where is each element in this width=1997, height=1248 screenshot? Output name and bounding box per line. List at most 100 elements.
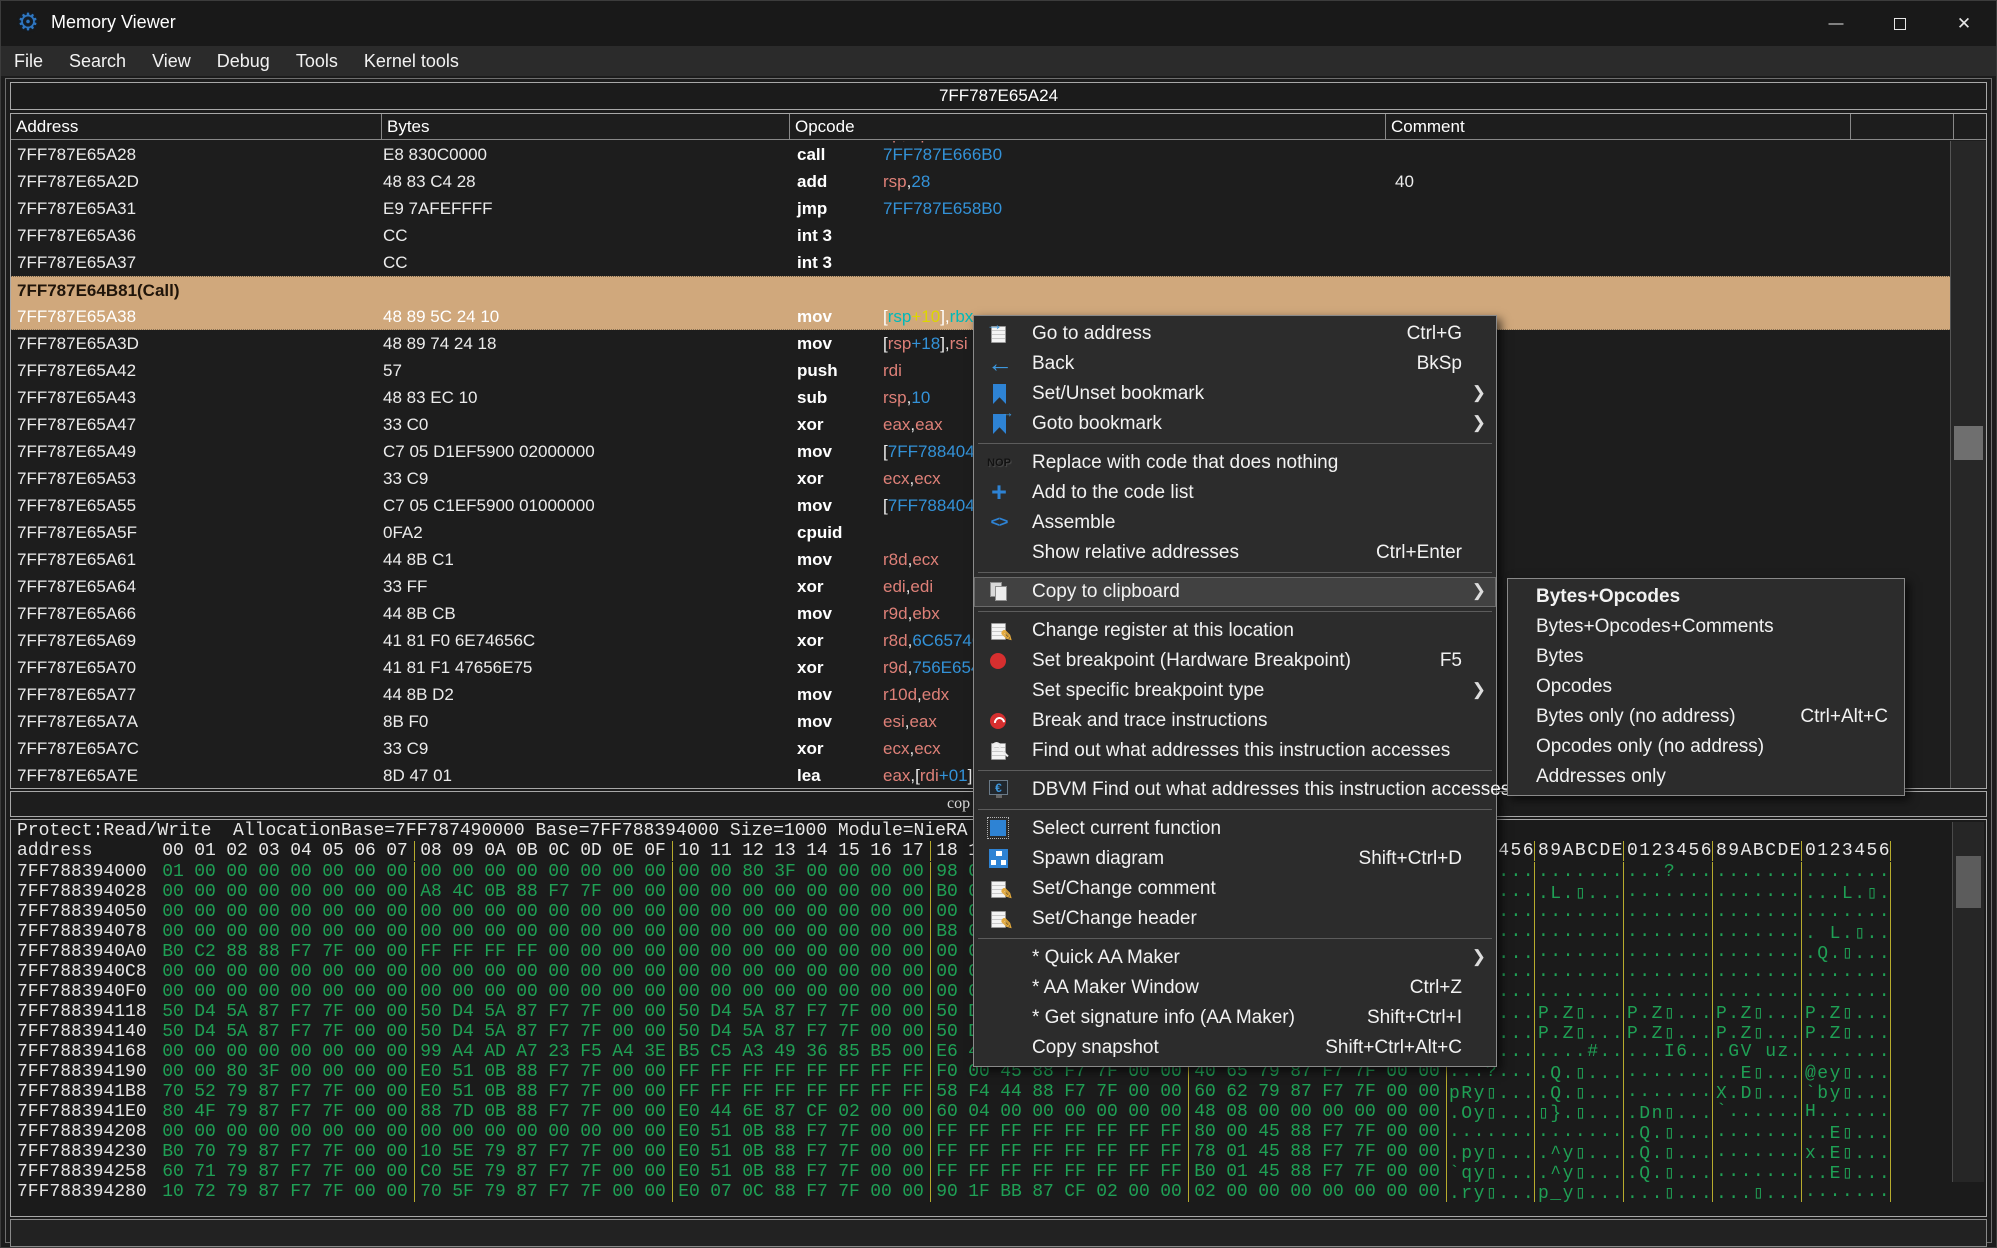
hex-byte[interactable]: 00: [285, 862, 317, 882]
hex-byte[interactable]: 07: [705, 1182, 737, 1202]
hex-byte[interactable]: 7F: [1349, 1162, 1381, 1182]
column-header-extra[interactable]: [1853, 114, 1954, 140]
hex-byte[interactable]: F7: [801, 1142, 833, 1162]
hex-byte[interactable]: 00: [705, 942, 737, 962]
menu-item-change-register-at-this-location[interactable]: ✎Change register at this location: [974, 616, 1496, 646]
hex-byte[interactable]: E0: [673, 1182, 705, 1202]
hex-byte[interactable]: 99: [415, 1042, 447, 1062]
hex-byte[interactable]: 00: [1155, 1182, 1187, 1202]
hex-byte[interactable]: 00: [705, 902, 737, 922]
hex-byte[interactable]: 7F: [317, 1082, 349, 1102]
hex-byte[interactable]: 00: [285, 962, 317, 982]
hex-byte[interactable]: FF: [1091, 1162, 1123, 1182]
hex-byte[interactable]: FF: [833, 1082, 865, 1102]
hex-byte[interactable]: 00: [769, 922, 801, 942]
hex-byte[interactable]: 36: [801, 1042, 833, 1062]
hex-byte[interactable]: 00: [349, 982, 381, 1002]
menu-item-set-change-header[interactable]: ✎Set/Change header: [974, 904, 1496, 934]
hex-byte[interactable]: F7: [1317, 1162, 1349, 1182]
hex-byte[interactable]: 00: [511, 902, 543, 922]
hex-byte[interactable]: 00: [801, 962, 833, 982]
hex-byte[interactable]: 00: [317, 882, 349, 902]
hex-byte[interactable]: F7: [543, 882, 575, 902]
menu-item-quick-aa-maker[interactable]: * Quick AA Maker❯: [974, 943, 1496, 973]
hex-byte[interactable]: 00: [415, 1122, 447, 1142]
hex-byte[interactable]: 00: [285, 1042, 317, 1062]
hex-byte[interactable]: FF: [995, 1122, 1027, 1142]
hex-byte[interactable]: FF: [1027, 1142, 1059, 1162]
hex-byte[interactable]: 00: [381, 1042, 413, 1062]
hex-byte[interactable]: 00: [639, 922, 671, 942]
hex-byte[interactable]: 00: [769, 962, 801, 982]
hex-byte[interactable]: 51: [705, 1162, 737, 1182]
hex-byte[interactable]: 7F: [1349, 1082, 1381, 1102]
hex-byte[interactable]: 00: [607, 962, 639, 982]
hex-byte[interactable]: 88: [511, 1102, 543, 1122]
hex-byte[interactable]: 00: [1413, 1182, 1445, 1202]
hex-byte[interactable]: 00: [1381, 1142, 1413, 1162]
hex-byte[interactable]: 00: [381, 1002, 413, 1022]
hex-byte[interactable]: 04: [963, 1102, 995, 1122]
hex-byte[interactable]: A4: [447, 1042, 479, 1062]
hex-byte[interactable]: 00: [285, 1062, 317, 1082]
hex-byte[interactable]: 44: [705, 1102, 737, 1122]
hex-byte[interactable]: 87: [769, 1102, 801, 1122]
hex-byte[interactable]: D4: [189, 1002, 221, 1022]
hex-byte[interactable]: 44: [995, 1082, 1027, 1102]
hex-byte[interactable]: 00: [1413, 1162, 1445, 1182]
hex-byte[interactable]: 00: [543, 862, 575, 882]
hex-byte[interactable]: B0: [157, 1142, 189, 1162]
hex-byte[interactable]: 00: [673, 862, 705, 882]
hex-byte[interactable]: E0: [673, 1162, 705, 1182]
hex-byte[interactable]: 5A: [737, 1002, 769, 1022]
hex-byte[interactable]: 79: [479, 1142, 511, 1162]
hex-byte[interactable]: D4: [189, 1022, 221, 1042]
menu-item-add-to-the-code-list[interactable]: +Add to the code list: [974, 478, 1496, 508]
hex-byte[interactable]: 00: [349, 1142, 381, 1162]
hex-byte[interactable]: 5A: [221, 1022, 253, 1042]
hex-byte[interactable]: 0B: [737, 1122, 769, 1142]
hex-byte[interactable]: 00: [221, 982, 253, 1002]
hex-byte[interactable]: 00: [1285, 1102, 1317, 1122]
submenu-item-bytes[interactable]: Bytes: [1508, 642, 1904, 672]
menu-item-find-out-what-addresses-this-instruction-accesses[interactable]: Find out what addresses this instruction…: [974, 736, 1496, 766]
hex-byte[interactable]: 88: [769, 1182, 801, 1202]
hex-byte[interactable]: 00: [705, 862, 737, 882]
hex-byte[interactable]: 00: [897, 1142, 929, 1162]
hex-byte[interactable]: 00: [511, 1122, 543, 1142]
hex-byte[interactable]: 00: [543, 962, 575, 982]
hex-byte[interactable]: B5: [673, 1042, 705, 1062]
hex-byte[interactable]: 7F: [575, 882, 607, 902]
hex-byte[interactable]: 00: [897, 1182, 929, 1202]
hex-byte[interactable]: 5A: [737, 1022, 769, 1042]
hex-byte[interactable]: 7F: [317, 1022, 349, 1042]
hex-byte[interactable]: 00: [673, 962, 705, 982]
hex-byte[interactable]: 00: [897, 922, 929, 942]
hex-byte[interactable]: 00: [447, 982, 479, 1002]
hex-byte[interactable]: 00: [381, 1122, 413, 1142]
hex-byte[interactable]: B0: [1189, 1162, 1221, 1182]
hex-byte[interactable]: 4F: [189, 1102, 221, 1122]
hex-byte[interactable]: E0: [415, 1062, 447, 1082]
current-address-bar[interactable]: 7FF787E65A24: [10, 82, 1987, 110]
hex-byte[interactable]: 00: [317, 982, 349, 1002]
hex-byte[interactable]: 00: [189, 1062, 221, 1082]
hex-byte[interactable]: F7: [285, 1142, 317, 1162]
hex-byte[interactable]: 00: [639, 1002, 671, 1022]
menu-item-go-to-address[interactable]: →Go to addressCtrl+G: [974, 319, 1496, 349]
hex-byte[interactable]: 00: [607, 1122, 639, 1142]
hex-byte[interactable]: 00: [381, 902, 413, 922]
hex-byte[interactable]: FF: [931, 1142, 963, 1162]
hex-byte[interactable]: 00: [865, 1122, 897, 1142]
hex-byte[interactable]: 00: [381, 1162, 413, 1182]
hex-byte[interactable]: FF: [1059, 1162, 1091, 1182]
hex-row[interactable]: 7FF78839425860717987F77F0000`qy▯....C05E…: [11, 1162, 1986, 1182]
hex-byte[interactable]: 00: [1221, 1182, 1253, 1202]
menubar-item-kernel-tools[interactable]: Kernel tools: [351, 46, 472, 76]
hex-byte[interactable]: 00: [865, 1142, 897, 1162]
column-header-Opcode[interactable]: Opcode: [790, 114, 1386, 140]
hex-byte[interactable]: 00: [1381, 1122, 1413, 1142]
hex-byte[interactable]: 88: [511, 882, 543, 902]
hex-byte[interactable]: 00: [607, 1142, 639, 1162]
menu-item-aa-maker-window[interactable]: * AA Maker WindowCtrl+Z: [974, 973, 1496, 1003]
